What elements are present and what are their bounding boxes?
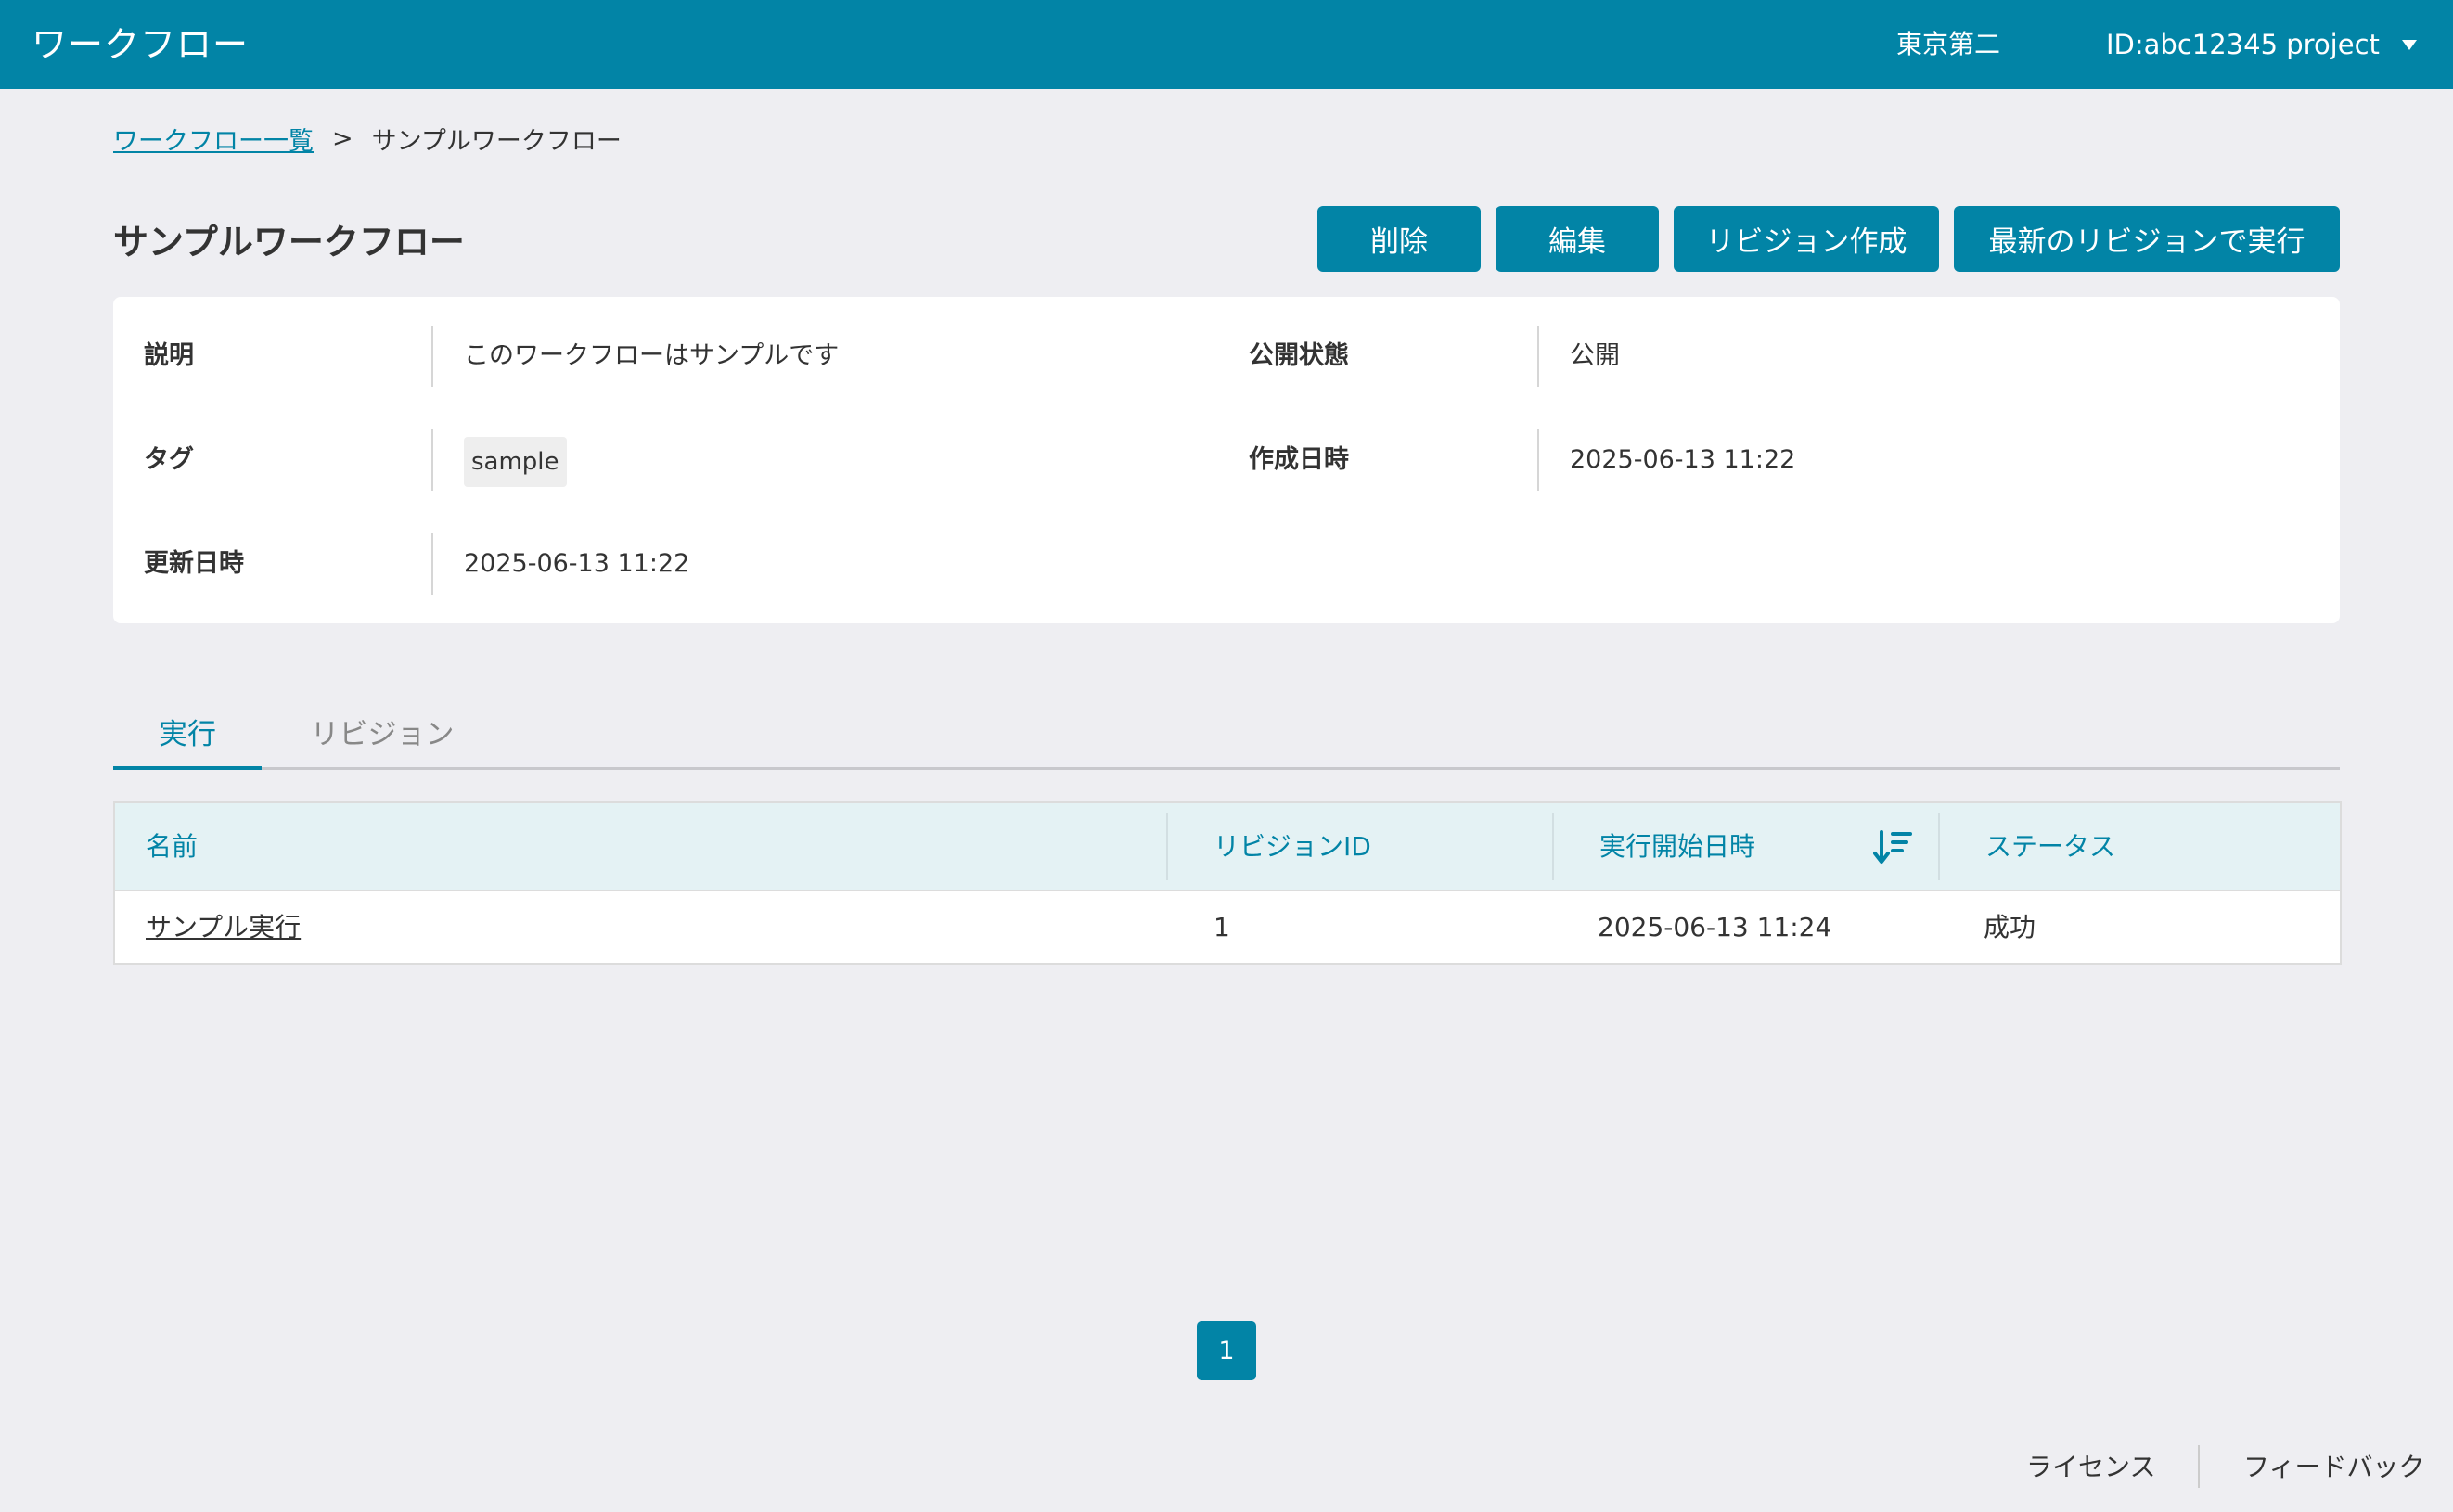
details-row-description: 説明 このワークフローはサンプルです 公開状態 公開 (113, 326, 2340, 387)
project-label: ID:abc12345 project (2106, 29, 2380, 60)
breadcrumb-workflow-list-link[interactable]: ワークフロー一覧 (113, 121, 314, 157)
license-link[interactable]: ライセンス (2026, 1447, 2155, 1484)
divider (1537, 429, 1539, 491)
column-header-status[interactable]: ステータス (1985, 803, 2115, 890)
created-label: 作成日時 (1249, 445, 1349, 474)
app-header: ワークフロー 東京第二 ID:abc12345 project (0, 0, 2453, 89)
delete-button[interactable]: 削除 (1317, 206, 1481, 272)
description-label: 説明 (144, 341, 194, 370)
org-name: 東京第二 (1896, 29, 2001, 59)
visibility-value: 公開 (1570, 341, 1620, 370)
feedback-link[interactable]: フィードバック (2243, 1447, 2424, 1484)
status-cell: 成功 (1984, 912, 2036, 942)
revision-id-cell: 1 (1214, 912, 1230, 942)
divider (1537, 326, 1539, 387)
details-row-updated: 更新日時 2025-06-13 11:22 (113, 533, 2340, 595)
run-latest-revision-button[interactable]: 最新のリビジョンで実行 (1954, 206, 2340, 272)
column-header-name[interactable]: 名前 (146, 803, 198, 890)
executions-table: 名前 リビジョンID 実行開始日時 ステータス サンプル実行 1 2025-06… (113, 801, 2342, 965)
created-value: 2025-06-13 11:22 (1570, 445, 1796, 474)
pagination-page-1[interactable]: 1 (1197, 1321, 1256, 1380)
page-title: サンプルワークフロー (113, 222, 465, 263)
breadcrumb-current: サンプルワークフロー (371, 127, 622, 156)
execution-name-link[interactable]: サンプル実行 (146, 891, 301, 963)
column-divider (1938, 813, 1940, 880)
tab-bar: 実行 リビジョン (113, 705, 2340, 770)
table-header: 名前 リビジョンID 実行開始日時 ステータス (115, 803, 2340, 891)
project-selector[interactable]: ID:abc12345 project (2106, 0, 2417, 89)
tags-label: タグ (144, 445, 194, 474)
tab-revisions[interactable]: リビジョン (280, 705, 484, 770)
details-row-tags: タグ sample 作成日時 2025-06-13 11:22 (113, 429, 2340, 491)
workflow-details-card: 説明 このワークフローはサンプルです 公開状態 公開 タグ sample 作成日… (113, 297, 2340, 623)
divider (431, 533, 433, 595)
updated-value: 2025-06-13 11:22 (464, 549, 690, 578)
column-divider (1166, 813, 1168, 880)
visibility-label: 公開状態 (1249, 341, 1349, 370)
footer-divider (2198, 1445, 2200, 1488)
caret-down-icon (2401, 39, 2417, 50)
column-divider (1552, 813, 1554, 880)
description-value: このワークフローはサンプルです (464, 341, 840, 370)
create-revision-button[interactable]: リビジョン作成 (1674, 206, 1939, 272)
breadcrumb: ワークフロー一覧 > サンプルワークフロー (113, 121, 622, 157)
app-title: ワークフロー (32, 24, 250, 65)
started-at-cell: 2025-06-13 11:24 (1598, 912, 1832, 942)
divider (431, 429, 433, 491)
divider (431, 326, 433, 387)
updated-label: 更新日時 (144, 549, 244, 578)
column-header-started-at[interactable]: 実行開始日時 (1599, 803, 1755, 890)
edit-button[interactable]: 編集 (1496, 206, 1659, 272)
sort-descending-icon[interactable] (1873, 828, 1912, 867)
breadcrumb-separator: > (332, 124, 353, 153)
column-header-revision-id[interactable]: リビジョンID (1214, 803, 1371, 890)
tag-chip: sample (464, 437, 567, 487)
table-row: サンプル実行 1 2025-06-13 11:24 成功 (115, 891, 2340, 963)
tab-executions[interactable]: 実行 (113, 705, 262, 770)
